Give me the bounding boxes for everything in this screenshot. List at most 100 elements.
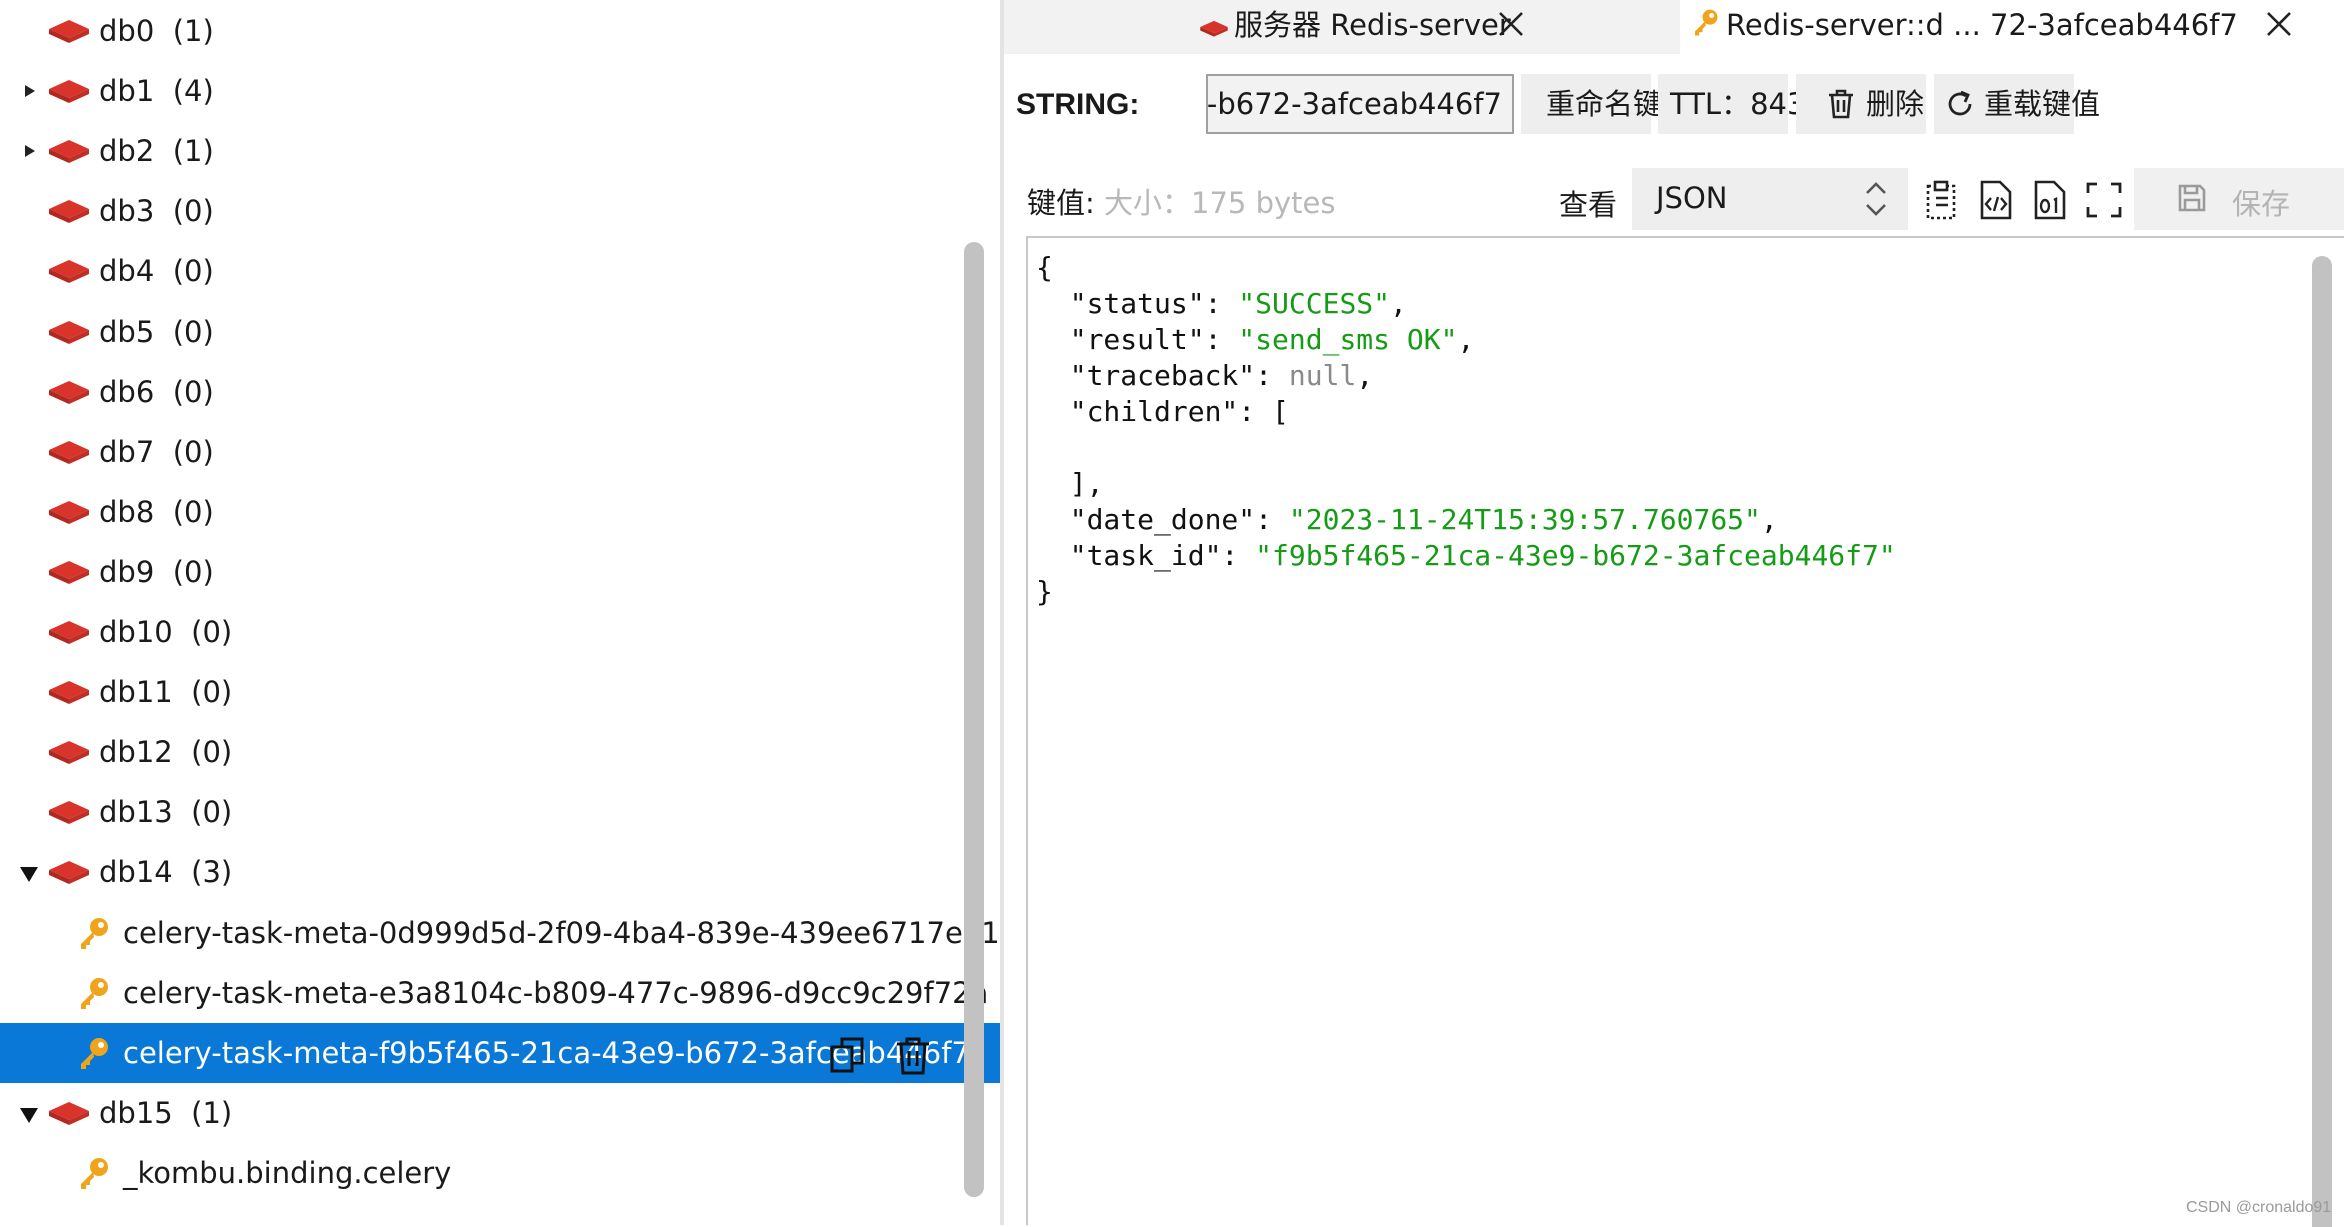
value-label: 键值: — [1027, 186, 1095, 220]
key-name-value: 9-b672-3afceab446f7 — [1206, 87, 1502, 121]
key-toolbar: STRING: 9-b672-3afceab446f7 重命名键 TTL：843… — [1004, 70, 2344, 138]
redis-db-icon — [49, 801, 89, 825]
key-detail-panel: 服务器 Redis-server Redis-server::d ... 72-… — [1004, 0, 2344, 1227]
delete-key-label: 删除 — [1866, 87, 1925, 121]
chevron-down-icon[interactable] — [20, 1083, 42, 1143]
tab-server[interactable]: 服务器 Redis-server — [1004, 0, 1680, 54]
tree-db-label: db8 (0) — [99, 494, 214, 529]
trash-icon — [1829, 89, 1853, 119]
tree-db-db6[interactable]: db6 (0) — [0, 362, 1000, 422]
tree-db-label: db2 (1) — [99, 134, 214, 169]
tree-db-label: db5 (0) — [99, 314, 214, 349]
tree-db-label: db7 (0) — [99, 434, 214, 469]
chevron-right-icon[interactable] — [20, 121, 42, 181]
view-as-label: 查看 — [1559, 188, 1618, 222]
tree-db-label: db14 (3) — [99, 855, 233, 890]
redis-db-icon — [49, 741, 89, 765]
tree-db-label: db9 (0) — [99, 554, 214, 589]
binary-view-icon[interactable] — [2028, 178, 2072, 222]
tree-db-db3[interactable]: db3 (0) — [0, 181, 1000, 241]
tree-key-item[interactable]: celery-task-meta-e3a8104c-b809-477c-9896… — [0, 963, 1000, 1023]
tree-db-label: db6 (0) — [99, 374, 214, 409]
key-icon — [81, 1037, 108, 1069]
chevron-down-icon[interactable] — [20, 842, 42, 902]
tree-db-db10[interactable]: db10 (0) — [0, 602, 1000, 662]
value-editor[interactable]: { "status": "SUCCESS", "result": "send_s… — [1026, 236, 2344, 1227]
json-traceback: null — [1288, 359, 1357, 392]
tree-key-item[interactable]: _kombu.binding.celery — [0, 1143, 1000, 1203]
tree-key-item[interactable]: celery-task-meta-0d999d5d-2f09-4ba4-839e… — [0, 903, 1000, 963]
redis-db-icon — [49, 560, 89, 584]
close-icon[interactable] — [1496, 9, 1526, 39]
tree-db-db7[interactable]: db7 (0) — [0, 422, 1000, 482]
reload-icon — [1948, 90, 1972, 116]
ttl-button[interactable]: TTL：84362 — [1658, 74, 1842, 134]
redis-db-icon — [49, 200, 89, 224]
key-icon — [81, 977, 108, 1009]
delete-key-icon[interactable] — [893, 1035, 933, 1077]
tree-db-db11[interactable]: db11 (0) — [0, 662, 1000, 722]
json-result: "send_sms OK" — [1238, 323, 1458, 356]
delete-key-button[interactable]: 删除 — [1796, 74, 1926, 134]
redis-db-icon — [49, 621, 89, 644]
tree-db-db9[interactable]: db9 (0) — [0, 542, 1000, 602]
redis-db-icon — [1200, 20, 1228, 37]
tab-server-label: 服务器 Redis-server — [1234, 8, 1511, 42]
tree-key-label: celery-task-meta-e3a8104c-b809-477c-9896… — [123, 975, 989, 1010]
tree-key-label: _kombu.binding.celery — [123, 1155, 452, 1190]
tree-db-db5[interactable]: db5 (0) — [0, 302, 1000, 362]
tree-db-db4[interactable]: db4 (0) — [0, 241, 1000, 301]
tree-db-db1[interactable]: db1 (4) — [0, 61, 1000, 121]
copy-value-icon[interactable] — [1922, 178, 1966, 222]
tab-key[interactable]: Redis-server::d ... 72-3afceab446f7 — [1680, 0, 2344, 54]
fullscreen-icon[interactable] — [2082, 178, 2126, 222]
chevron-up-down-icon — [1866, 182, 1886, 216]
key-type-label: STRING: — [1016, 88, 1140, 121]
tab-bar: 服务器 Redis-server Redis-server::d ... 72-… — [1004, 0, 2344, 54]
tree-db-label: db13 (0) — [99, 795, 233, 830]
reload-value-label: 重载键值 — [1984, 87, 2101, 121]
tree-key-item[interactable]: celery-task-meta-f9b5f465-21ca-43e9-b672… — [0, 1022, 1000, 1083]
json-value[interactable]: { "status": "SUCCESS", "result": "send_s… — [1036, 250, 1896, 610]
tree-db-db0[interactable]: db0 (1) — [0, 1, 1000, 61]
rename-key-label: 重命名键 — [1546, 87, 1663, 121]
watermark: CSDN @cronaldo91 — [2186, 1199, 2332, 1216]
redis-db-icon — [49, 320, 89, 344]
tree-db-db12[interactable]: db12 (0) — [0, 722, 1000, 782]
close-icon[interactable] — [2264, 9, 2294, 39]
format-code-icon[interactable] — [1974, 178, 2018, 222]
save-button[interactable]: 保存 — [2134, 168, 2344, 230]
tree-db-db13[interactable]: db13 (0) — [0, 782, 1000, 842]
key-icon — [81, 917, 108, 949]
save-label: 保存 — [2232, 187, 2291, 221]
editor-scrollbar[interactable] — [2312, 256, 2332, 1227]
key-icon — [81, 1157, 108, 1189]
tree-db-db8[interactable]: db8 (0) — [0, 482, 1000, 542]
json-children: [ ] — [1069, 395, 1289, 500]
tree-db-label: db10 (0) — [99, 615, 233, 649]
tree-db-label: db1 (4) — [99, 74, 214, 109]
value-toolbar: 键值: 大小：175 bytes 查看 JSON 保存 — [1004, 168, 2344, 232]
value-size: 大小：175 bytes — [1104, 186, 1336, 220]
tree-db-db15[interactable]: db15 (1) — [0, 1083, 1000, 1143]
redis-db-icon — [49, 1101, 89, 1125]
tree-db-db2[interactable]: db2 (1) — [0, 121, 1000, 181]
redis-db-icon — [49, 500, 89, 524]
tree-db-label: db15 (1) — [99, 1095, 233, 1130]
key-name-field[interactable]: 9-b672-3afceab446f7 — [1206, 74, 1514, 134]
redis-db-icon — [49, 681, 89, 705]
tree-db-label: db3 (0) — [99, 194, 214, 229]
tree-scrollbar[interactable] — [964, 242, 984, 1197]
tree-db-label: db0 (1) — [99, 14, 214, 48]
rename-key-button[interactable]: 重命名键 — [1521, 74, 1662, 134]
copy-key-icon[interactable] — [828, 1035, 868, 1075]
redis-db-icon — [49, 80, 89, 104]
chevron-right-icon[interactable] — [20, 61, 42, 121]
tree-key-label: celery-task-meta-0d999d5d-2f09-4ba4-839e… — [123, 915, 1000, 950]
key-icon — [1695, 9, 1718, 36]
redis-db-icon — [49, 861, 89, 885]
tree-db-db14[interactable]: db14 (3) — [0, 842, 1000, 902]
key-tree: db0 (1) db1 (4) db2 (1) db3 (0) db4 (0) db5 (… — [0, 0, 1000, 1225]
format-select[interactable]: JSON — [1632, 168, 1908, 230]
reload-value-button[interactable]: 重载键值 — [1934, 74, 2100, 134]
